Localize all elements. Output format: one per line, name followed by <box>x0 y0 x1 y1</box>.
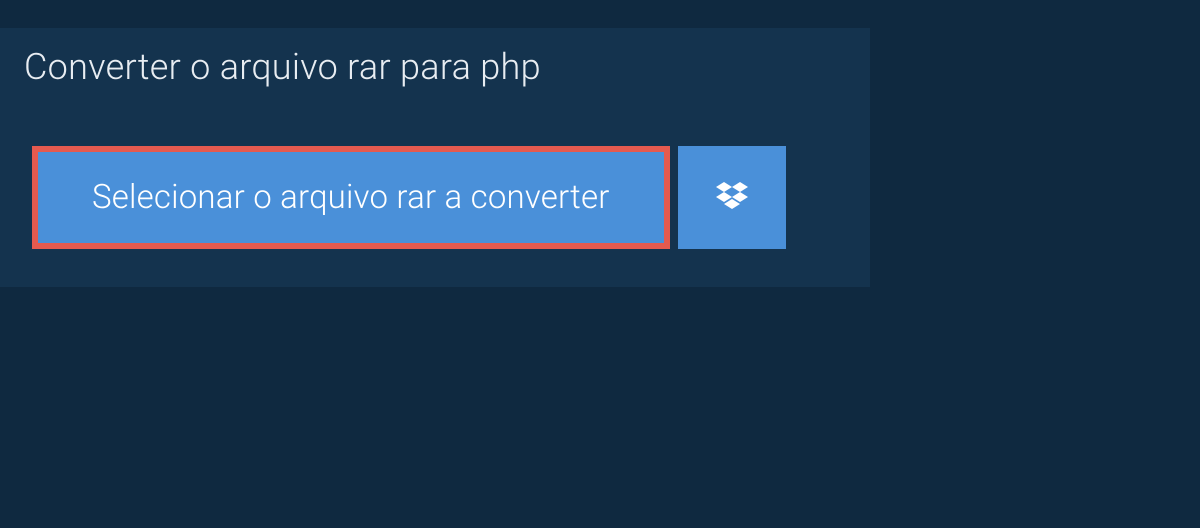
select-file-label: Selecionar o arquivo rar a converter <box>92 178 610 217</box>
page-title: Converter o arquivo rar para php <box>0 28 569 106</box>
converter-panel: Converter o arquivo rar para php Selecio… <box>0 28 870 287</box>
dropbox-button[interactable] <box>678 146 786 249</box>
dropbox-icon <box>712 178 752 218</box>
action-row: Selecionar o arquivo rar a converter <box>32 146 870 249</box>
select-file-button[interactable]: Selecionar o arquivo rar a converter <box>32 146 670 249</box>
